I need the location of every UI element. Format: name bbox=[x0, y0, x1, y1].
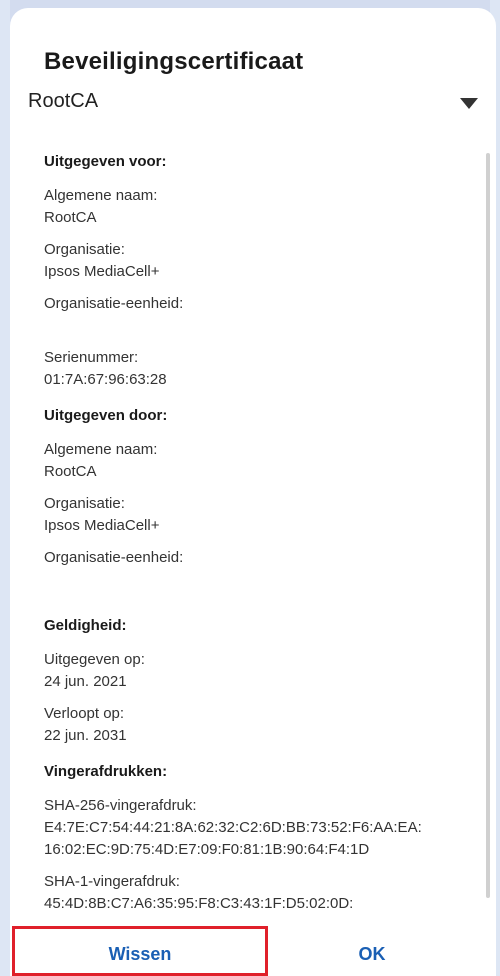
field-value: RootCA bbox=[44, 209, 97, 226]
ok-button[interactable]: OK bbox=[266, 932, 478, 976]
certificate-details[interactable]: Uitgegeven voor: Algemene naam: RootCA O… bbox=[44, 153, 474, 928]
field-value: 16:02:EC:9D:75:4D:E7:09:F0:81:1B:90:64:F… bbox=[44, 841, 370, 858]
dialog-title: Beveiligingscertificaat bbox=[44, 48, 304, 75]
certificate-dialog: Beveiligingscertificaat RootCA Uitgegeve… bbox=[10, 8, 496, 976]
issued-to-common-name: Algemene naam: RootCA bbox=[44, 185, 474, 229]
issued-to-header: Uitgegeven voor: bbox=[44, 153, 167, 170]
field-value: 24 jun. 2021 bbox=[44, 673, 127, 690]
issued-to-org-unit: Organisatie-eenheid: bbox=[44, 293, 474, 337]
validity-expires: Verloopt op: 22 jun. 2031 bbox=[44, 703, 474, 747]
field-label: SHA-1-vingerafdruk: bbox=[44, 873, 180, 890]
field-label: Verloopt op: bbox=[44, 705, 125, 722]
issued-by-header: Uitgegeven door: bbox=[44, 407, 168, 424]
highlight-box bbox=[12, 926, 268, 976]
field-value: 01:7A:67:96:63:28 bbox=[44, 371, 167, 388]
fingerprint-sha256: SHA-256-vingerafdruk: E4:7E:C7:54:44:21:… bbox=[44, 795, 474, 861]
field-label: Organisatie: bbox=[44, 495, 125, 512]
field-label: Serienummer: bbox=[44, 349, 139, 366]
field-value: 45:4D:8B:C7:A6:35:95:F8:C3:43:1F:D5:02:0… bbox=[44, 895, 354, 912]
issued-by-org-unit: Organisatie-eenheid: bbox=[44, 547, 474, 591]
validity-header: Geldigheid: bbox=[44, 617, 127, 634]
field-value: Ipsos MediaCell+ bbox=[44, 263, 160, 280]
issued-to-serial: Serienummer: 01:7A:67:96:63:28 bbox=[44, 347, 474, 391]
field-value: 22 jun. 2031 bbox=[44, 727, 127, 744]
issued-to-organization: Organisatie: Ipsos MediaCell+ bbox=[44, 239, 474, 283]
field-label: SHA-256-vingerafdruk: bbox=[44, 797, 197, 814]
scrollbar[interactable] bbox=[486, 153, 490, 898]
validity-issued-on: Uitgegeven op: 24 jun. 2021 bbox=[44, 649, 474, 693]
certificate-selector-value: RootCA bbox=[28, 90, 99, 112]
field-value: E4:7E:C7:54:44:21:8A:62:32:C2:6D:BB:73:5… bbox=[44, 819, 422, 836]
issued-by-organization: Organisatie: Ipsos MediaCell+ bbox=[44, 493, 474, 537]
field-label: Algemene naam: bbox=[44, 441, 158, 458]
dropdown-arrow-icon bbox=[460, 98, 478, 109]
field-value: RootCA bbox=[44, 463, 97, 480]
field-value bbox=[44, 569, 474, 591]
field-value bbox=[44, 315, 474, 337]
field-label: Organisatie-eenheid: bbox=[44, 549, 184, 566]
field-value: Ipsos MediaCell+ bbox=[44, 517, 160, 534]
field-label: Uitgegeven op: bbox=[44, 651, 145, 668]
certificate-selector[interactable]: RootCA bbox=[10, 86, 496, 126]
field-label: Organisatie: bbox=[44, 241, 125, 258]
issued-by-common-name: Algemene naam: RootCA bbox=[44, 439, 474, 483]
field-label: Algemene naam: bbox=[44, 187, 158, 204]
fingerprints-header: Vingerafdrukken: bbox=[44, 763, 168, 780]
fingerprint-sha1: SHA-1-vingerafdruk: 45:4D:8B:C7:A6:35:95… bbox=[44, 871, 474, 915]
field-label: Organisatie-eenheid: bbox=[44, 295, 184, 312]
window-frame-left bbox=[0, 0, 10, 976]
